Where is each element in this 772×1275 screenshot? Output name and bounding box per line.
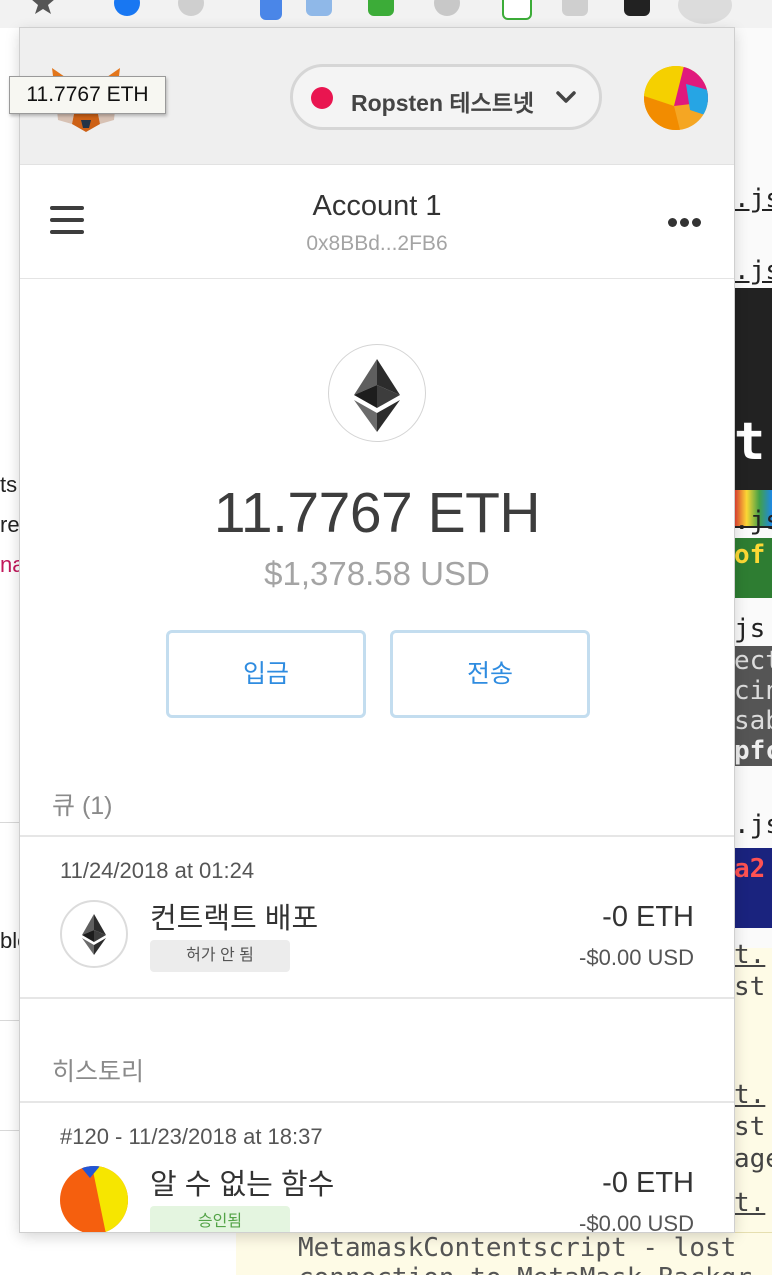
code-fragment: .js (734, 184, 772, 214)
bookmark-star-icon[interactable] (30, 0, 56, 16)
eth-icon (60, 900, 128, 968)
console-line: connection to MetaMask Backgr (298, 1263, 772, 1275)
transaction-date: #120 - 11/23/2018 at 18:37 (60, 1124, 323, 1149)
code-fragment: js (734, 614, 766, 644)
code-fragment: t (734, 412, 766, 472)
code-fragment: .js (734, 256, 772, 286)
transaction-fiat-amount: -$0.00 USD (579, 945, 694, 970)
jazzicon (60, 1166, 128, 1232)
browser-toolbar (0, 0, 772, 28)
background-divider (0, 1130, 20, 1131)
extension-icon[interactable] (502, 0, 532, 20)
balance-primary: 11.7767 ETH (20, 480, 734, 546)
console-message: MetamaskContentscript - lost connection … (236, 1232, 772, 1275)
balance-tooltip: 11.7767 ETH (9, 76, 166, 114)
background-text: re (0, 512, 20, 537)
extension-icon[interactable] (178, 0, 204, 16)
account-address[interactable]: 0x8BBd...2FB6 (20, 232, 734, 256)
extension-icon[interactable] (434, 0, 460, 16)
extension-icon[interactable] (260, 0, 282, 20)
background-divider (0, 822, 20, 823)
metamask-extension-icon[interactable] (678, 0, 732, 24)
extension-icon[interactable] (114, 0, 140, 16)
account-name[interactable]: Account 1 (20, 190, 734, 223)
eth-logo-icon (328, 344, 426, 442)
transaction-title: 컨트랙트 배포 (150, 903, 319, 935)
deposit-button[interactable]: 입금 (166, 630, 366, 718)
status-badge-confirmed: 승인됨 (150, 1206, 290, 1232)
extension-icon[interactable] (624, 0, 650, 16)
send-button[interactable]: 전송 (390, 630, 590, 718)
background-devtools-panel: .js .js t .js of js ect cin sab pfc .js … (734, 28, 772, 1274)
extension-icon[interactable] (368, 0, 394, 16)
code-fragment: t. (734, 1080, 766, 1110)
more-options-icon[interactable] (668, 214, 704, 227)
balance-unit: ETH (427, 481, 541, 545)
code-fragment: .js (734, 506, 772, 536)
transaction-amount: -0 ETH (602, 901, 694, 933)
balance-fiat: $1,378.58 USD (264, 555, 490, 592)
extension-icon[interactable] (306, 0, 332, 16)
transaction-row-queued[interactable]: 11/24/2018 at 01:24 컨트랙트 배포 허가 안 됨 -0 ET… (20, 837, 734, 997)
background-divider (0, 1020, 20, 1021)
code-fragment: st (734, 1112, 766, 1142)
code-fragment: pfc (734, 736, 772, 766)
metamask-popup: Ropsten 테스트넷 Account 1 0x8BBd...2FB6 11.… (20, 28, 734, 1232)
code-fragment: t. (734, 1188, 766, 1218)
transaction-title: 알 수 없는 함수 (150, 1169, 335, 1201)
background-text: ts (0, 472, 18, 497)
code-fragment: of (734, 540, 766, 570)
code-fragment: .js (734, 810, 772, 840)
network-selector[interactable]: Ropsten 테스트넷 (290, 64, 602, 130)
code-fragment: t. (734, 940, 766, 970)
transaction-date: 11/24/2018 at 01:24 (60, 858, 255, 883)
status-badge-unapproved: 허가 안 됨 (150, 940, 290, 972)
account-identicon[interactable] (644, 66, 708, 130)
code-fragment: ect (734, 646, 772, 676)
account-bar: Account 1 0x8BBd...2FB6 (20, 164, 734, 279)
chevron-down-icon (555, 87, 576, 107)
code-fragment: age (734, 1144, 772, 1174)
network-label: Ropsten 테스트넷 (351, 90, 535, 116)
code-fragment: cin (734, 676, 772, 706)
console-line: MetamaskContentscript - lost (298, 1233, 737, 1263)
queue-section-title: 큐 (1) (52, 792, 113, 820)
extension-icon[interactable] (562, 0, 588, 16)
network-status-dot (311, 87, 333, 109)
code-fragment: sab (734, 706, 772, 736)
balance-value: 11.7767 (213, 481, 413, 545)
code-fragment: st (734, 972, 766, 1002)
history-section-title: 히스토리 (52, 1058, 145, 1086)
code-fragment: a2 (734, 854, 766, 884)
divider (20, 997, 734, 999)
transaction-row-history[interactable]: #120 - 11/23/2018 at 18:37 알 수 없는 함수 승인됨… (20, 1103, 734, 1232)
transaction-fiat-amount: -$0.00 USD (579, 1211, 694, 1232)
transaction-amount: -0 ETH (602, 1167, 694, 1199)
